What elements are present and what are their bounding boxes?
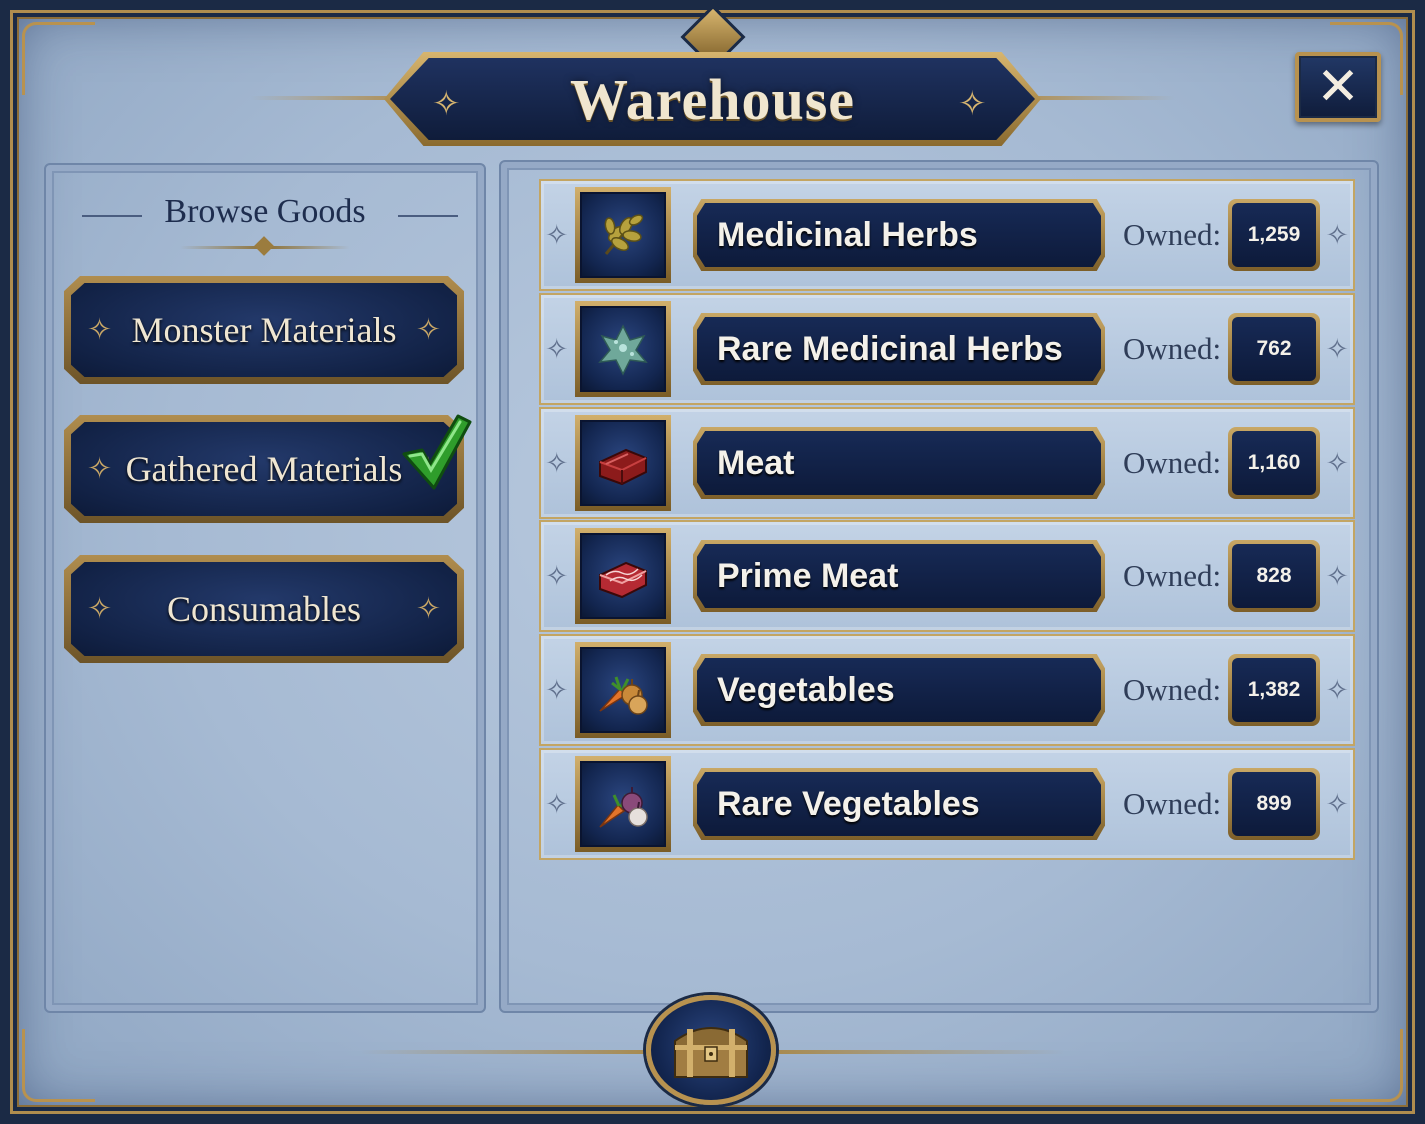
- ornament-icon: ✧: [1325, 446, 1349, 480]
- ornament-icon: ✧: [87, 591, 113, 627]
- item-row-meat[interactable]: ✧ Meat Owned: 1,160 ✧: [539, 407, 1355, 519]
- ornament-icon: ✧: [1325, 332, 1349, 366]
- category-label: Consumables: [167, 589, 361, 629]
- treasure-chest-icon: [674, 1027, 748, 1078]
- ornament-icon: ✧: [1325, 673, 1349, 707]
- prime-meat-icon: [575, 528, 671, 624]
- close-icon: ✕: [1316, 57, 1360, 117]
- ornament-icon: ✧: [545, 332, 569, 366]
- rare-herb-icon: [575, 301, 671, 397]
- owned-count: 762: [1232, 317, 1316, 381]
- ornament-icon: ✧: [1325, 559, 1349, 593]
- corner-ornament: [22, 1029, 95, 1102]
- ornament-icon: ✧: [545, 218, 569, 252]
- owned-count: 1,259: [1232, 203, 1316, 267]
- ornament-icon: ✧: [87, 451, 113, 487]
- ornament-icon: ✧: [1325, 218, 1349, 252]
- item-name: Vegetables: [717, 670, 895, 709]
- item-name: Rare Vegetables: [717, 784, 980, 823]
- title-ornament-icon: ✧: [432, 84, 461, 124]
- ornament-icon: ✧: [545, 446, 569, 480]
- item-row-rare-medicinal-herbs[interactable]: ✧ Rare Medicinal Herbs Owned: 762 ✧: [539, 293, 1355, 405]
- ornament-icon: ✧: [545, 673, 569, 707]
- owned-count: 1,160: [1232, 431, 1316, 495]
- corner-ornament: [1330, 1029, 1403, 1102]
- ornament-icon: ✧: [87, 312, 113, 348]
- title-ornament-icon: ✧: [958, 84, 987, 124]
- window-title: Warehouse: [569, 66, 856, 132]
- owned-label: Owned:: [1123, 217, 1222, 252]
- rare-vegetables-icon: [575, 756, 671, 852]
- ornament-icon: ✧: [545, 559, 569, 593]
- checkmark-icon: [402, 414, 472, 490]
- owned-label: Owned:: [1123, 558, 1222, 593]
- treasure-chest-button[interactable]: [646, 995, 776, 1105]
- footer-rule: [765, 1050, 1065, 1054]
- close-button[interactable]: ✕: [1295, 52, 1381, 122]
- ornament-icon: ✧: [415, 591, 441, 627]
- herb-icon: [575, 187, 671, 283]
- item-row-vegetables[interactable]: ✧ Vegetables Owned: 1,382 ✧: [539, 634, 1355, 746]
- item-name: Prime Meat: [717, 556, 899, 595]
- ornament-icon: ✧: [415, 312, 441, 348]
- vegetables-icon: [575, 642, 671, 738]
- ornament-icon: ✧: [1325, 787, 1349, 821]
- browse-goods-heading: Browse Goods: [164, 193, 366, 230]
- item-name: Rare Medicinal Herbs: [717, 329, 1063, 368]
- owned-count: 899: [1232, 772, 1316, 836]
- category-label: Monster Materials: [131, 310, 397, 350]
- owned-count: 828: [1232, 544, 1316, 608]
- item-name: Meat: [717, 443, 795, 482]
- item-row-rare-vegetables[interactable]: ✧ Rare Vegetables Owned: 899 ✧: [539, 748, 1355, 860]
- category-button-monster-materials[interactable]: ✧ Monster Materials ✧: [64, 276, 464, 384]
- meat-icon: [575, 415, 671, 511]
- item-row-prime-meat[interactable]: ✧ Prime Meat Owned: 828 ✧: [539, 520, 1355, 632]
- footer-rule: [360, 1050, 660, 1054]
- owned-label: Owned:: [1123, 445, 1222, 480]
- item-row-medicinal-herbs[interactable]: ✧ Medicinal Herbs Owned: 1,259 ✧: [539, 179, 1355, 291]
- corner-ornament: [22, 22, 95, 95]
- ornament-icon: ✧: [545, 787, 569, 821]
- owned-label: Owned:: [1123, 672, 1222, 707]
- category-label: Gathered Materials: [125, 449, 403, 489]
- owned-label: Owned:: [1123, 331, 1222, 366]
- owned-label: Owned:: [1123, 786, 1222, 821]
- item-name: Medicinal Herbs: [717, 215, 978, 254]
- category-button-consumables[interactable]: ✧ Consumables ✧: [64, 555, 464, 663]
- owned-count: 1,382: [1232, 658, 1316, 722]
